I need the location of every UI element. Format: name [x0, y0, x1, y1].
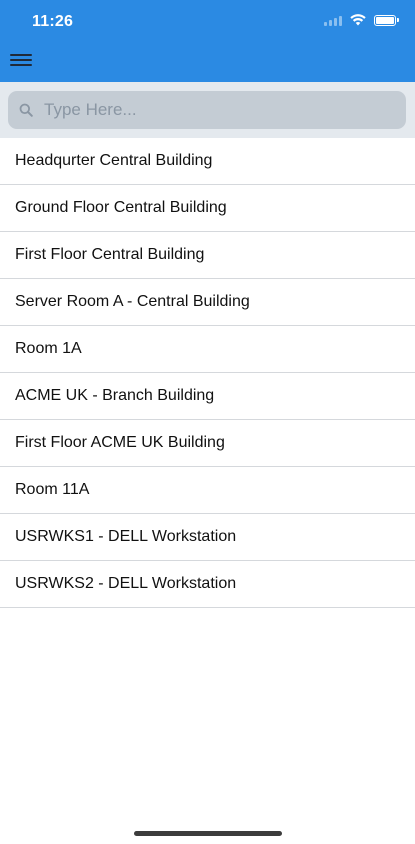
list-item[interactable]: First Floor Central Building — [0, 232, 415, 279]
list-item-label: Room 11A — [15, 481, 90, 498]
search-icon — [18, 102, 34, 118]
status-time: 11:26 — [32, 13, 74, 30]
wifi-icon — [350, 14, 366, 26]
search-bar — [0, 82, 415, 138]
search-input[interactable] — [44, 95, 384, 125]
list-item[interactable]: ACME UK - Branch Building — [0, 373, 415, 420]
list-item[interactable]: Room 11A — [0, 467, 415, 514]
list-item[interactable]: Server Room A - Central Building — [0, 279, 415, 326]
list-item-label: USRWKS1 - DELL Workstation — [15, 528, 237, 545]
list-item-label: Server Room A - Central Building — [15, 293, 250, 310]
list-item[interactable]: Room 1A — [0, 326, 415, 373]
location-list: Headqurter Central Building Ground Floor … — [0, 138, 415, 608]
home-indicator — [134, 831, 282, 836]
list-item-label: Headqurter Central Building — [15, 152, 213, 169]
list-item-label: USRWKS2 - DELL Workstation — [15, 575, 237, 592]
list-item[interactable]: USRWKS2 - DELL Workstation — [0, 561, 415, 608]
list-item-label: ACME UK - Branch Building — [15, 387, 215, 404]
list-item[interactable]: USRWKS1 - DELL Workstation — [0, 514, 415, 561]
battery-icon — [374, 14, 399, 26]
cellular-signal-icon — [324, 14, 342, 26]
list-item[interactable]: First Floor ACME UK Building — [0, 420, 415, 467]
list-item[interactable]: Ground Floor Central Building — [0, 185, 415, 232]
hamburger-menu-icon[interactable] — [10, 52, 34, 68]
list-item-label: First Floor ACME UK Building — [15, 434, 225, 451]
search-box[interactable] — [8, 91, 406, 129]
list-item-label: Room 1A — [15, 340, 82, 357]
list-item-label: First Floor Central Building — [15, 246, 205, 263]
list-item[interactable]: Headqurter Central Building — [0, 138, 415, 185]
status-icons — [324, 14, 399, 26]
list-item-label: Ground Floor Central Building — [15, 199, 227, 216]
app-header: 11:26 — [0, 0, 415, 82]
